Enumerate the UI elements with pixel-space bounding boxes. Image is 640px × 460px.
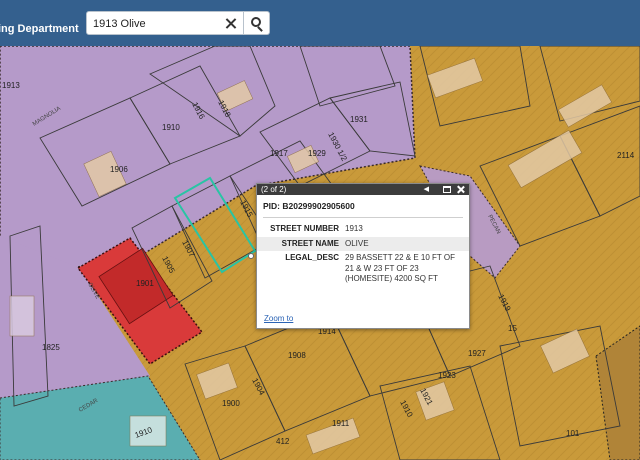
parcel-label: 1908 — [288, 351, 306, 360]
field-row: LEGAL_DESC 29 BASSETT 22 & E 10 FT OF 21… — [257, 251, 469, 287]
app-window: ing Department 1913 Olive MAGNOLIA OLIVE… — [0, 0, 640, 460]
field-value: 29 BASSETT 22 & E 10 FT OF 21 & W 23 FT … — [345, 253, 455, 283]
search-icon — [251, 17, 261, 27]
popup-anchor — [248, 253, 254, 259]
parcel-label: 1927 — [468, 349, 486, 358]
parcel-label: 1931 — [350, 115, 368, 124]
parcel-label: 412 — [276, 437, 290, 446]
parcel-label: 1929 — [308, 149, 326, 158]
parcel-label: 1911 — [332, 419, 350, 428]
feature-popup: (2 of 2) ◀ PID: B20299902905600 STREET N… — [256, 183, 470, 329]
parcel-label: 1900 — [222, 399, 240, 408]
search-input[interactable] — [93, 15, 223, 32]
search-button[interactable] — [244, 11, 270, 35]
parcel-label: 15 — [508, 324, 517, 333]
parcel-label: 1917 — [270, 149, 288, 158]
popup-counter: (2 of 2) — [261, 185, 287, 194]
parcel-label: 1901 — [136, 279, 154, 288]
popup-pid: PID: B20299902905600 — [263, 201, 463, 218]
field-key: STREET NAME — [281, 238, 339, 248]
previous-feature-icon[interactable]: ◀ — [424, 184, 429, 195]
parcel-label: 1923 — [438, 371, 456, 380]
field-value: OLIVE — [345, 238, 369, 248]
field-value: 1913 — [345, 224, 363, 233]
parcel-label: 1913 — [2, 81, 20, 90]
popup-header: (2 of 2) ◀ — [257, 184, 469, 195]
department-title: ing Department — [0, 23, 79, 35]
parcel-label: 101 — [566, 429, 580, 438]
popup-fields: STREET NUMBER 1913 STREET NAME OLIVE LEG… — [257, 222, 469, 287]
zoom-to-link[interactable]: Zoom to — [264, 314, 293, 323]
field-row: STREET NUMBER 1913 — [257, 222, 469, 237]
field-row: STREET NAME OLIVE — [257, 236, 469, 251]
parcel-label: 1825 — [42, 343, 60, 352]
field-key: LEGAL_DESC — [285, 253, 339, 262]
parcel-label: 1906 — [110, 165, 128, 174]
field-key: STREET NUMBER — [270, 224, 339, 233]
maximize-icon[interactable] — [443, 186, 451, 193]
parcel-label: 2114 — [617, 151, 635, 160]
search-box[interactable] — [86, 11, 244, 35]
header-bar: ing Department — [0, 0, 640, 46]
clear-search-icon[interactable] — [223, 15, 239, 32]
parcel-label: 1910 — [162, 123, 180, 132]
close-icon[interactable] — [456, 184, 465, 195]
